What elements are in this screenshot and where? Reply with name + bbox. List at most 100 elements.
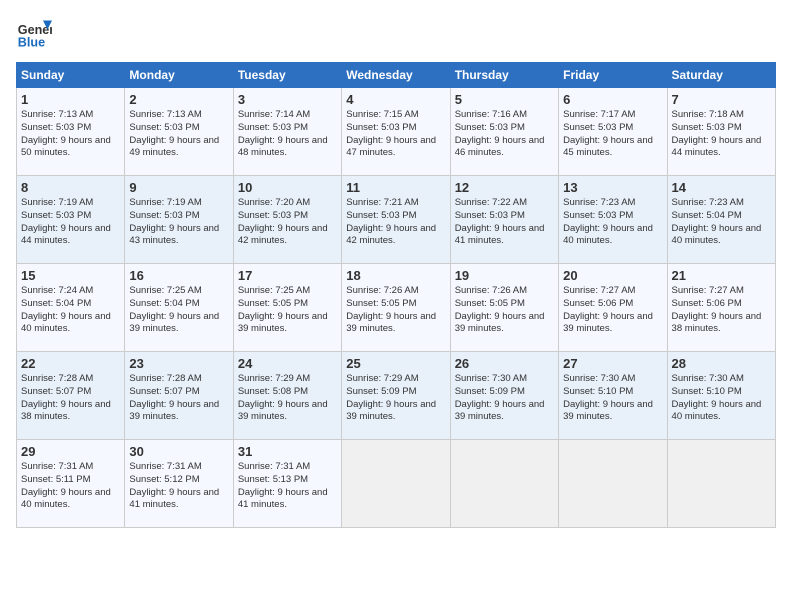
week-row-3: 15 Sunrise: 7:24 AM Sunset: 5:04 PM Dayl… bbox=[17, 264, 776, 352]
day-number: 11 bbox=[346, 180, 445, 195]
day-info: Sunrise: 7:28 AM Sunset: 5:07 PM Dayligh… bbox=[129, 373, 228, 424]
calendar-cell: 25 Sunrise: 7:29 AM Sunset: 5:09 PM Dayl… bbox=[342, 352, 450, 440]
calendar-cell: 5 Sunrise: 7:16 AM Sunset: 5:03 PM Dayli… bbox=[450, 88, 558, 176]
day-info: Sunrise: 7:14 AM Sunset: 5:03 PM Dayligh… bbox=[238, 109, 337, 160]
day-number: 14 bbox=[672, 180, 771, 195]
day-info: Sunrise: 7:25 AM Sunset: 5:04 PM Dayligh… bbox=[129, 285, 228, 336]
calendar-cell: 2 Sunrise: 7:13 AM Sunset: 5:03 PM Dayli… bbox=[125, 88, 233, 176]
day-number: 15 bbox=[21, 268, 120, 283]
week-row-5: 29 Sunrise: 7:31 AM Sunset: 5:11 PM Dayl… bbox=[17, 440, 776, 528]
calendar-cell: 12 Sunrise: 7:22 AM Sunset: 5:03 PM Dayl… bbox=[450, 176, 558, 264]
calendar-cell: 29 Sunrise: 7:31 AM Sunset: 5:11 PM Dayl… bbox=[17, 440, 125, 528]
day-info: Sunrise: 7:24 AM Sunset: 5:04 PM Dayligh… bbox=[21, 285, 120, 336]
day-info: Sunrise: 7:31 AM Sunset: 5:13 PM Dayligh… bbox=[238, 461, 337, 512]
day-info: Sunrise: 7:23 AM Sunset: 5:03 PM Dayligh… bbox=[563, 197, 662, 248]
calendar-cell: 24 Sunrise: 7:29 AM Sunset: 5:08 PM Dayl… bbox=[233, 352, 341, 440]
day-number: 5 bbox=[455, 92, 554, 107]
day-number: 24 bbox=[238, 356, 337, 371]
calendar-cell: 9 Sunrise: 7:19 AM Sunset: 5:03 PM Dayli… bbox=[125, 176, 233, 264]
logo-icon: General Blue bbox=[16, 16, 52, 52]
calendar-cell bbox=[559, 440, 667, 528]
day-number: 17 bbox=[238, 268, 337, 283]
calendar-cell: 31 Sunrise: 7:31 AM Sunset: 5:13 PM Dayl… bbox=[233, 440, 341, 528]
day-number: 20 bbox=[563, 268, 662, 283]
day-number: 12 bbox=[455, 180, 554, 195]
day-number: 16 bbox=[129, 268, 228, 283]
svg-text:Blue: Blue bbox=[18, 36, 45, 50]
day-info: Sunrise: 7:28 AM Sunset: 5:07 PM Dayligh… bbox=[21, 373, 120, 424]
day-number: 28 bbox=[672, 356, 771, 371]
col-header-thursday: Thursday bbox=[450, 63, 558, 88]
day-info: Sunrise: 7:13 AM Sunset: 5:03 PM Dayligh… bbox=[129, 109, 228, 160]
calendar-cell: 19 Sunrise: 7:26 AM Sunset: 5:05 PM Dayl… bbox=[450, 264, 558, 352]
calendar-cell: 28 Sunrise: 7:30 AM Sunset: 5:10 PM Dayl… bbox=[667, 352, 775, 440]
day-number: 30 bbox=[129, 444, 228, 459]
week-row-4: 22 Sunrise: 7:28 AM Sunset: 5:07 PM Dayl… bbox=[17, 352, 776, 440]
calendar-cell: 7 Sunrise: 7:18 AM Sunset: 5:03 PM Dayli… bbox=[667, 88, 775, 176]
col-header-saturday: Saturday bbox=[667, 63, 775, 88]
calendar-cell: 18 Sunrise: 7:26 AM Sunset: 5:05 PM Dayl… bbox=[342, 264, 450, 352]
day-number: 27 bbox=[563, 356, 662, 371]
col-header-wednesday: Wednesday bbox=[342, 63, 450, 88]
calendar-cell bbox=[342, 440, 450, 528]
calendar-cell: 1 Sunrise: 7:13 AM Sunset: 5:03 PM Dayli… bbox=[17, 88, 125, 176]
calendar-cell: 17 Sunrise: 7:25 AM Sunset: 5:05 PM Dayl… bbox=[233, 264, 341, 352]
week-row-1: 1 Sunrise: 7:13 AM Sunset: 5:03 PM Dayli… bbox=[17, 88, 776, 176]
day-info: Sunrise: 7:16 AM Sunset: 5:03 PM Dayligh… bbox=[455, 109, 554, 160]
day-number: 4 bbox=[346, 92, 445, 107]
day-info: Sunrise: 7:18 AM Sunset: 5:03 PM Dayligh… bbox=[672, 109, 771, 160]
day-number: 1 bbox=[21, 92, 120, 107]
day-info: Sunrise: 7:30 AM Sunset: 5:10 PM Dayligh… bbox=[563, 373, 662, 424]
day-number: 8 bbox=[21, 180, 120, 195]
day-info: Sunrise: 7:15 AM Sunset: 5:03 PM Dayligh… bbox=[346, 109, 445, 160]
day-info: Sunrise: 7:26 AM Sunset: 5:05 PM Dayligh… bbox=[455, 285, 554, 336]
day-info: Sunrise: 7:26 AM Sunset: 5:05 PM Dayligh… bbox=[346, 285, 445, 336]
day-number: 18 bbox=[346, 268, 445, 283]
day-number: 23 bbox=[129, 356, 228, 371]
day-number: 29 bbox=[21, 444, 120, 459]
day-number: 31 bbox=[238, 444, 337, 459]
logo: General Blue bbox=[16, 16, 52, 52]
day-number: 26 bbox=[455, 356, 554, 371]
day-info: Sunrise: 7:20 AM Sunset: 5:03 PM Dayligh… bbox=[238, 197, 337, 248]
day-number: 9 bbox=[129, 180, 228, 195]
week-row-2: 8 Sunrise: 7:19 AM Sunset: 5:03 PM Dayli… bbox=[17, 176, 776, 264]
day-info: Sunrise: 7:30 AM Sunset: 5:10 PM Dayligh… bbox=[672, 373, 771, 424]
col-header-friday: Friday bbox=[559, 63, 667, 88]
day-info: Sunrise: 7:19 AM Sunset: 5:03 PM Dayligh… bbox=[21, 197, 120, 248]
day-info: Sunrise: 7:19 AM Sunset: 5:03 PM Dayligh… bbox=[129, 197, 228, 248]
calendar-cell: 30 Sunrise: 7:31 AM Sunset: 5:12 PM Dayl… bbox=[125, 440, 233, 528]
day-number: 3 bbox=[238, 92, 337, 107]
col-header-sunday: Sunday bbox=[17, 63, 125, 88]
calendar-cell: 26 Sunrise: 7:30 AM Sunset: 5:09 PM Dayl… bbox=[450, 352, 558, 440]
day-info: Sunrise: 7:31 AM Sunset: 5:11 PM Dayligh… bbox=[21, 461, 120, 512]
day-info: Sunrise: 7:22 AM Sunset: 5:03 PM Dayligh… bbox=[455, 197, 554, 248]
calendar-table: SundayMondayTuesdayWednesdayThursdayFrid… bbox=[16, 62, 776, 528]
day-number: 22 bbox=[21, 356, 120, 371]
day-info: Sunrise: 7:21 AM Sunset: 5:03 PM Dayligh… bbox=[346, 197, 445, 248]
calendar-cell: 6 Sunrise: 7:17 AM Sunset: 5:03 PM Dayli… bbox=[559, 88, 667, 176]
day-info: Sunrise: 7:27 AM Sunset: 5:06 PM Dayligh… bbox=[672, 285, 771, 336]
day-number: 6 bbox=[563, 92, 662, 107]
calendar-cell: 8 Sunrise: 7:19 AM Sunset: 5:03 PM Dayli… bbox=[17, 176, 125, 264]
calendar-cell: 22 Sunrise: 7:28 AM Sunset: 5:07 PM Dayl… bbox=[17, 352, 125, 440]
day-number: 25 bbox=[346, 356, 445, 371]
day-info: Sunrise: 7:25 AM Sunset: 5:05 PM Dayligh… bbox=[238, 285, 337, 336]
calendar-cell bbox=[450, 440, 558, 528]
calendar-cell: 16 Sunrise: 7:25 AM Sunset: 5:04 PM Dayl… bbox=[125, 264, 233, 352]
day-info: Sunrise: 7:23 AM Sunset: 5:04 PM Dayligh… bbox=[672, 197, 771, 248]
day-info: Sunrise: 7:29 AM Sunset: 5:08 PM Dayligh… bbox=[238, 373, 337, 424]
day-number: 19 bbox=[455, 268, 554, 283]
day-info: Sunrise: 7:30 AM Sunset: 5:09 PM Dayligh… bbox=[455, 373, 554, 424]
calendar-cell: 21 Sunrise: 7:27 AM Sunset: 5:06 PM Dayl… bbox=[667, 264, 775, 352]
col-header-monday: Monday bbox=[125, 63, 233, 88]
day-info: Sunrise: 7:13 AM Sunset: 5:03 PM Dayligh… bbox=[21, 109, 120, 160]
calendar-cell: 23 Sunrise: 7:28 AM Sunset: 5:07 PM Dayl… bbox=[125, 352, 233, 440]
day-info: Sunrise: 7:27 AM Sunset: 5:06 PM Dayligh… bbox=[563, 285, 662, 336]
calendar-cell: 13 Sunrise: 7:23 AM Sunset: 5:03 PM Dayl… bbox=[559, 176, 667, 264]
calendar-cell: 20 Sunrise: 7:27 AM Sunset: 5:06 PM Dayl… bbox=[559, 264, 667, 352]
calendar-cell: 14 Sunrise: 7:23 AM Sunset: 5:04 PM Dayl… bbox=[667, 176, 775, 264]
calendar-cell: 11 Sunrise: 7:21 AM Sunset: 5:03 PM Dayl… bbox=[342, 176, 450, 264]
calendar-cell: 3 Sunrise: 7:14 AM Sunset: 5:03 PM Dayli… bbox=[233, 88, 341, 176]
calendar-cell: 10 Sunrise: 7:20 AM Sunset: 5:03 PM Dayl… bbox=[233, 176, 341, 264]
